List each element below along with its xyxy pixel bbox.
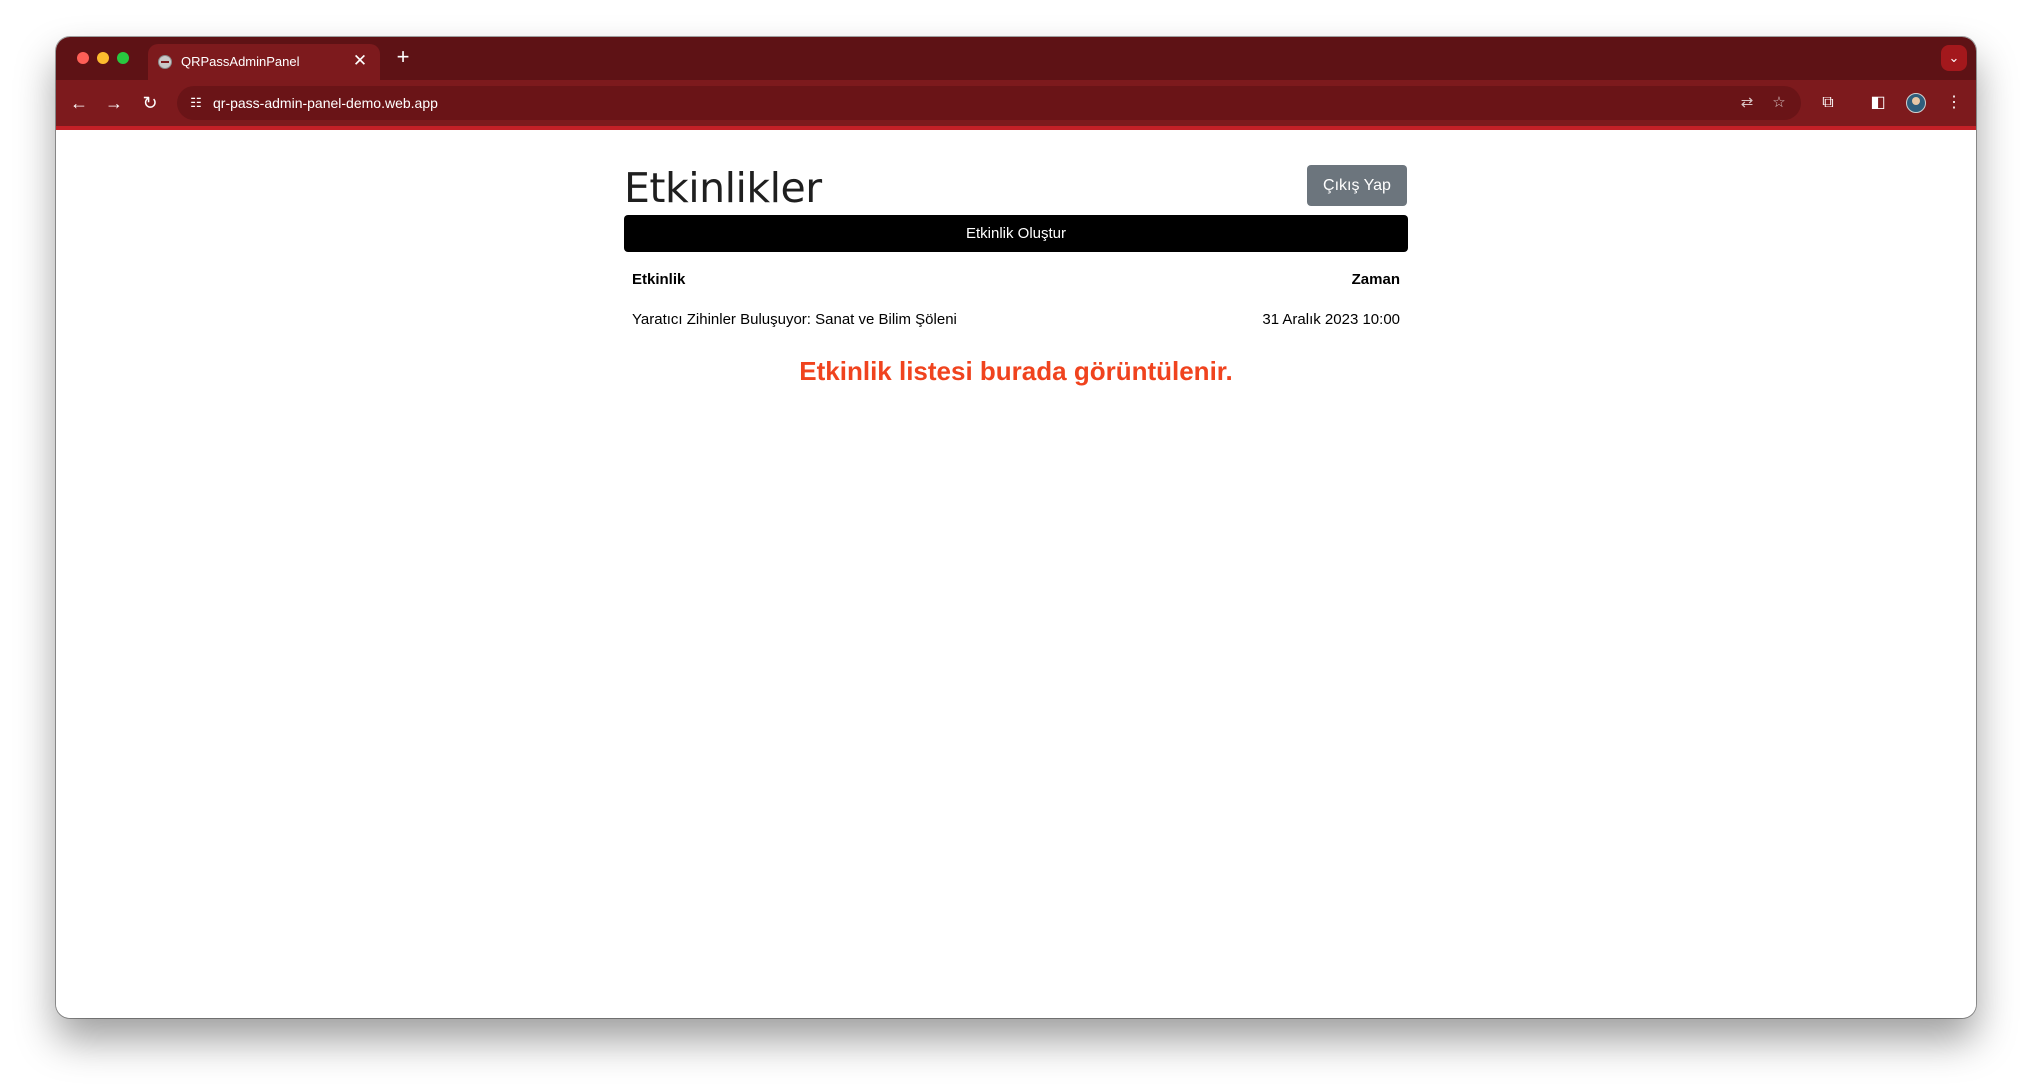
extensions-icon[interactable]: ⧉ bbox=[1814, 89, 1842, 117]
column-header-time: Zaman bbox=[1351, 271, 1400, 288]
logout-button[interactable]: Çıkış Yap bbox=[1307, 165, 1407, 206]
close-window-button[interactable] bbox=[77, 52, 89, 64]
reload-icon[interactable]: ↻ bbox=[136, 89, 164, 117]
close-tab-icon[interactable]: ✕ bbox=[349, 50, 371, 72]
address-bar[interactable]: ☷ qr-pass-admin-panel-demo.web.app ⇄ ☆ bbox=[177, 86, 1801, 120]
page-content: Etkinlikler Çıkış Yap Etkinlik Oluştur E… bbox=[56, 130, 1976, 1018]
browser-window: QRPassAdminPanel ✕ + ⌄ ← → ↻ ☷ qr-pass-a… bbox=[56, 37, 1976, 1018]
page-title: Etkinlikler bbox=[624, 164, 822, 212]
profile-avatar[interactable] bbox=[1906, 93, 1926, 113]
browser-toolbar: ← → ↻ ☷ qr-pass-admin-panel-demo.web.app… bbox=[56, 80, 1976, 130]
minimize-window-button[interactable] bbox=[97, 52, 109, 64]
tab-search-chevron-icon[interactable]: ⌄ bbox=[1941, 45, 1967, 71]
site-info-icon[interactable]: ☷ bbox=[185, 92, 207, 114]
translate-icon[interactable]: ⇄ bbox=[1735, 91, 1759, 115]
tab-bar: QRPassAdminPanel ✕ + ⌄ bbox=[56, 37, 1976, 80]
column-header-event: Etkinlik bbox=[632, 271, 686, 288]
bookmark-star-icon[interactable]: ☆ bbox=[1767, 91, 1791, 115]
forward-arrow-icon[interactable]: → bbox=[100, 89, 128, 117]
maximize-window-button[interactable] bbox=[117, 52, 129, 64]
side-panel-icon[interactable]: ◧ bbox=[1864, 89, 1892, 117]
menu-kebab-icon[interactable]: ⋮ bbox=[1940, 89, 1968, 117]
tab-title: QRPassAdminPanel bbox=[181, 54, 300, 69]
url-text[interactable]: qr-pass-admin-panel-demo.web.app bbox=[213, 95, 438, 111]
annotation-text: Etkinlik listesi burada görüntülenir. bbox=[799, 356, 1233, 386]
create-event-button[interactable]: Etkinlik Oluştur bbox=[624, 215, 1408, 252]
browser-tab[interactable]: QRPassAdminPanel ✕ bbox=[148, 44, 380, 80]
new-tab-button[interactable]: + bbox=[390, 45, 416, 69]
globe-icon bbox=[158, 55, 172, 69]
table-row-time[interactable]: 31 Aralık 2023 10:00 bbox=[1262, 311, 1400, 328]
back-arrow-icon[interactable]: ← bbox=[65, 89, 93, 117]
table-row-event[interactable]: Yaratıcı Zihinler Buluşuyor: Sanat ve Bi… bbox=[632, 311, 957, 328]
